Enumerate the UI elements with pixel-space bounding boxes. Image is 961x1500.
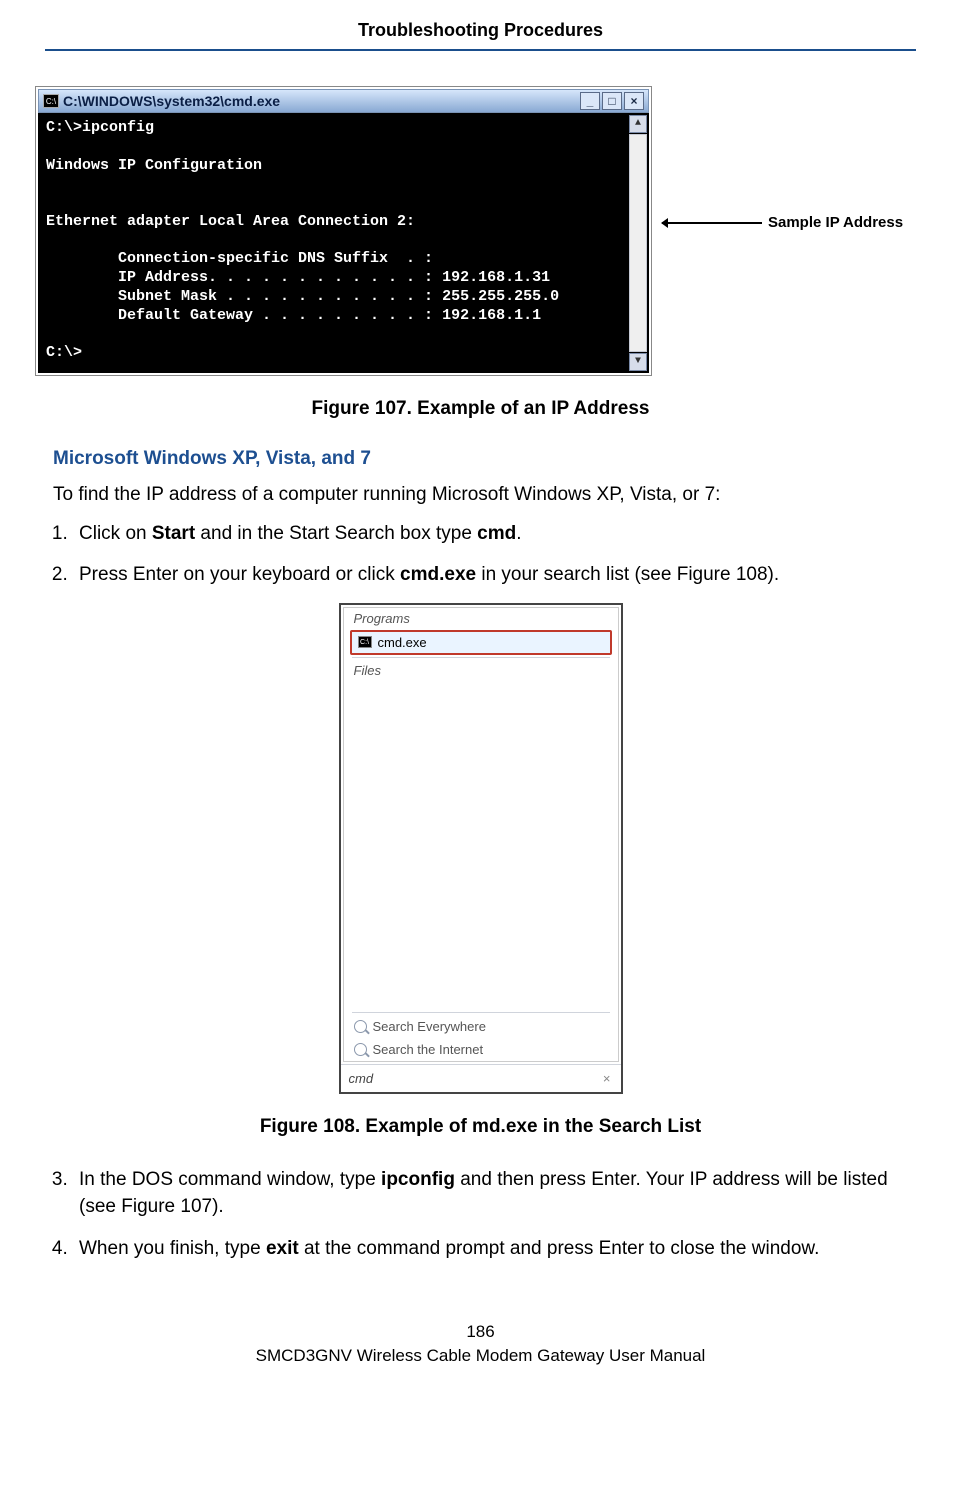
cmd-icon: C:\: [358, 636, 372, 648]
figure-107-caption: Figure 107. Example of an IP Address: [45, 398, 916, 420]
programs-label: Programs: [344, 608, 618, 628]
cmd-exe-item[interactable]: C:\ cmd.exe: [350, 630, 612, 655]
ipconfig-bold: ipconfig: [381, 1169, 455, 1190]
cmd-line: Windows IP Configuration: [46, 157, 262, 174]
cmd-titlebar-icon: C:\: [43, 94, 59, 108]
files-label: Files: [344, 660, 618, 680]
step-2: Press Enter on your keyboard or click cm…: [73, 561, 916, 589]
callout-arrow: [662, 222, 762, 224]
step-text: In the DOS command window, type: [79, 1169, 381, 1190]
item-text: cmd.exe: [378, 635, 427, 650]
section-heading: Microsoft Windows XP, Vista, and 7: [53, 448, 916, 470]
step-text: at the command prompt and press Enter to…: [299, 1238, 820, 1259]
cmd-line: Subnet Mask . . . . . . . . . . . : 255.…: [46, 288, 559, 305]
page-number: 186: [45, 1322, 916, 1342]
cmd-titlebar: C:\ C:\WINDOWS\system32\cmd.exe _ □ ×: [38, 89, 649, 113]
search-input-row[interactable]: cmd ×: [341, 1064, 621, 1092]
divider: [352, 657, 610, 658]
step-4: When you finish, type exit at the comman…: [73, 1235, 916, 1263]
cmd-line: C:\>: [46, 344, 82, 361]
cmd-output: C:\>ipconfig Windows IP Configuration Et…: [46, 119, 641, 363]
search-internet-row[interactable]: Search the Internet: [344, 1038, 618, 1061]
step-text: and in the Start Search box type: [195, 523, 477, 544]
cmd-body: ▲ ▼ C:\>ipconfig Windows IP Configuratio…: [38, 113, 649, 373]
window-buttons: _ □ ×: [580, 92, 644, 110]
divider: [352, 1012, 610, 1013]
manual-title: SMCD3GNV Wireless Cable Modem Gateway Us…: [45, 1346, 916, 1366]
figure-108-caption: Figure 108. Example of md.exe in the Sea…: [45, 1116, 916, 1138]
cmd-line: Connection-specific DNS Suffix . :: [46, 250, 433, 267]
cmdexe-bold: cmd.exe: [400, 564, 476, 585]
step-3: In the DOS command window, type ipconfig…: [73, 1166, 916, 1221]
search-input-text: cmd: [349, 1071, 374, 1086]
search-icon: [354, 1020, 367, 1033]
step-text: Click on: [79, 523, 152, 544]
search-internet-label: Search the Internet: [373, 1042, 484, 1057]
maximize-button[interactable]: □: [602, 92, 622, 110]
figure-107-row: C:\ C:\WINDOWS\system32\cmd.exe _ □ × ▲ …: [35, 86, 916, 376]
start-search-panel: Programs C:\ cmd.exe Files Search Everyw…: [339, 603, 623, 1094]
close-button[interactable]: ×: [624, 92, 644, 110]
page-header-title: Troubleshooting Procedures: [45, 20, 916, 49]
page-footer: 186 SMCD3GNV Wireless Cable Modem Gatewa…: [45, 1322, 916, 1366]
scrollbar-track[interactable]: [629, 134, 647, 352]
results-whitespace: [344, 680, 618, 1010]
search-panel-inner: Programs C:\ cmd.exe Files Search Everyw…: [343, 607, 619, 1062]
start-bold: Start: [152, 523, 195, 544]
figure-108: Programs C:\ cmd.exe Files Search Everyw…: [45, 603, 916, 1094]
cmd-bold: cmd: [477, 523, 516, 544]
clear-icon[interactable]: ×: [603, 1071, 613, 1086]
step-1: Click on Start and in the Start Search b…: [73, 520, 916, 548]
minimize-button[interactable]: _: [580, 92, 600, 110]
step-text: .: [516, 523, 521, 544]
cmd-line: Ethernet adapter Local Area Connection 2…: [46, 213, 415, 230]
cmd-line: IP Address. . . . . . . . . . . . : 192.…: [46, 269, 550, 286]
steps-list: Click on Start and in the Start Search b…: [45, 520, 916, 589]
callout-label: Sample IP Address: [768, 214, 903, 231]
intro-text: To find the IP address of a computer run…: [53, 484, 916, 506]
cmd-line: C:\>ipconfig: [46, 119, 154, 136]
step-text: Press Enter on your keyboard or click: [79, 564, 400, 585]
ip-address-callout: Sample IP Address: [662, 214, 903, 231]
step-text: in your search list (see Figure 108).: [476, 564, 779, 585]
step-text: When you finish, type: [79, 1238, 266, 1259]
search-icon: [354, 1043, 367, 1056]
steps-list-cont: In the DOS command window, type ipconfig…: [45, 1166, 916, 1263]
scroll-up-button[interactable]: ▲: [629, 115, 647, 133]
header-rule: [45, 49, 916, 51]
cmd-line: Default Gateway . . . . . . . . . : 192.…: [46, 307, 541, 324]
scroll-down-button[interactable]: ▼: [629, 353, 647, 371]
exit-bold: exit: [266, 1238, 299, 1259]
search-everywhere-label: Search Everywhere: [373, 1019, 486, 1034]
search-everywhere-row[interactable]: Search Everywhere: [344, 1015, 618, 1038]
cmd-window: C:\ C:\WINDOWS\system32\cmd.exe _ □ × ▲ …: [35, 86, 652, 376]
cmd-titlebar-text: C:\WINDOWS\system32\cmd.exe: [63, 93, 576, 109]
